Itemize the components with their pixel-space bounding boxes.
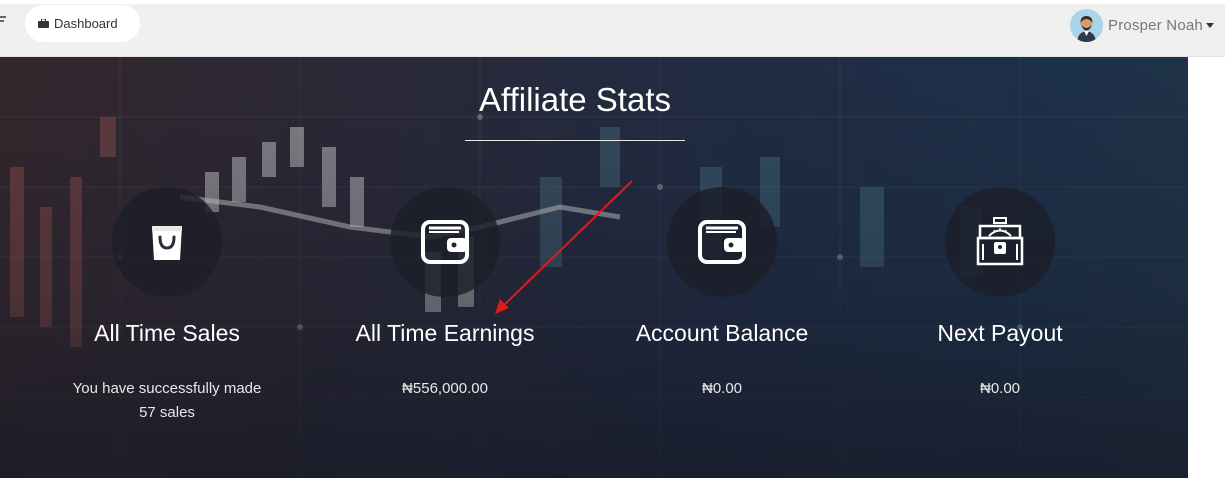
hamburger-icon[interactable] (0, 16, 6, 26)
page-gutter (1188, 57, 1225, 478)
treasure-chest-icon (976, 217, 1024, 266)
stat-label: All Time Earnings (355, 320, 535, 346)
affiliate-stats-banner: Affiliate Stats All Time Sales You have … (0, 57, 1188, 478)
stat-icon-circle (112, 187, 222, 297)
user-menu[interactable]: Prosper Noah (1070, 7, 1214, 43)
stat-icon-circle (945, 187, 1055, 297)
stat-icon-circle (667, 187, 777, 297)
stat-value: ₦0.00 (979, 380, 1021, 397)
stat-label: Next Payout (937, 320, 1063, 346)
stat-card-next-payout: Next Payout ₦0.00 (870, 187, 1130, 401)
chevron-down-icon[interactable] (1205, 22, 1214, 28)
dashboard-label: Dashboard (54, 16, 118, 31)
title-divider (465, 140, 685, 141)
stat-card-all-time-sales: All Time Sales You have successfully mad… (37, 187, 297, 425)
user-name[interactable]: Prosper Noah (1108, 17, 1203, 34)
wallet-icon (421, 220, 469, 264)
stat-label: Account Balance (635, 320, 809, 346)
page-title: Affiliate Stats (479, 81, 671, 118)
stat-value: ₦0.00 (701, 380, 743, 397)
briefcase-icon (38, 19, 49, 28)
wallet-icon (698, 220, 746, 264)
stat-value: ₦556,000.00 (402, 380, 488, 397)
stat-label: All Time Sales (94, 320, 240, 346)
stat-value: You have successfully made 57 sales (72, 380, 262, 421)
top-navbar: Dashboard Prosper Noah (0, 4, 1225, 57)
stat-card-all-time-earnings: All Time Earnings ₦556,000.00 (315, 187, 575, 401)
user-avatar[interactable] (1070, 8, 1103, 42)
shopping-bag-icon (152, 226, 182, 260)
stat-icon-circle (390, 187, 500, 297)
dashboard-button[interactable]: Dashboard (25, 5, 140, 42)
stat-card-account-balance: Account Balance ₦0.00 (592, 187, 852, 401)
